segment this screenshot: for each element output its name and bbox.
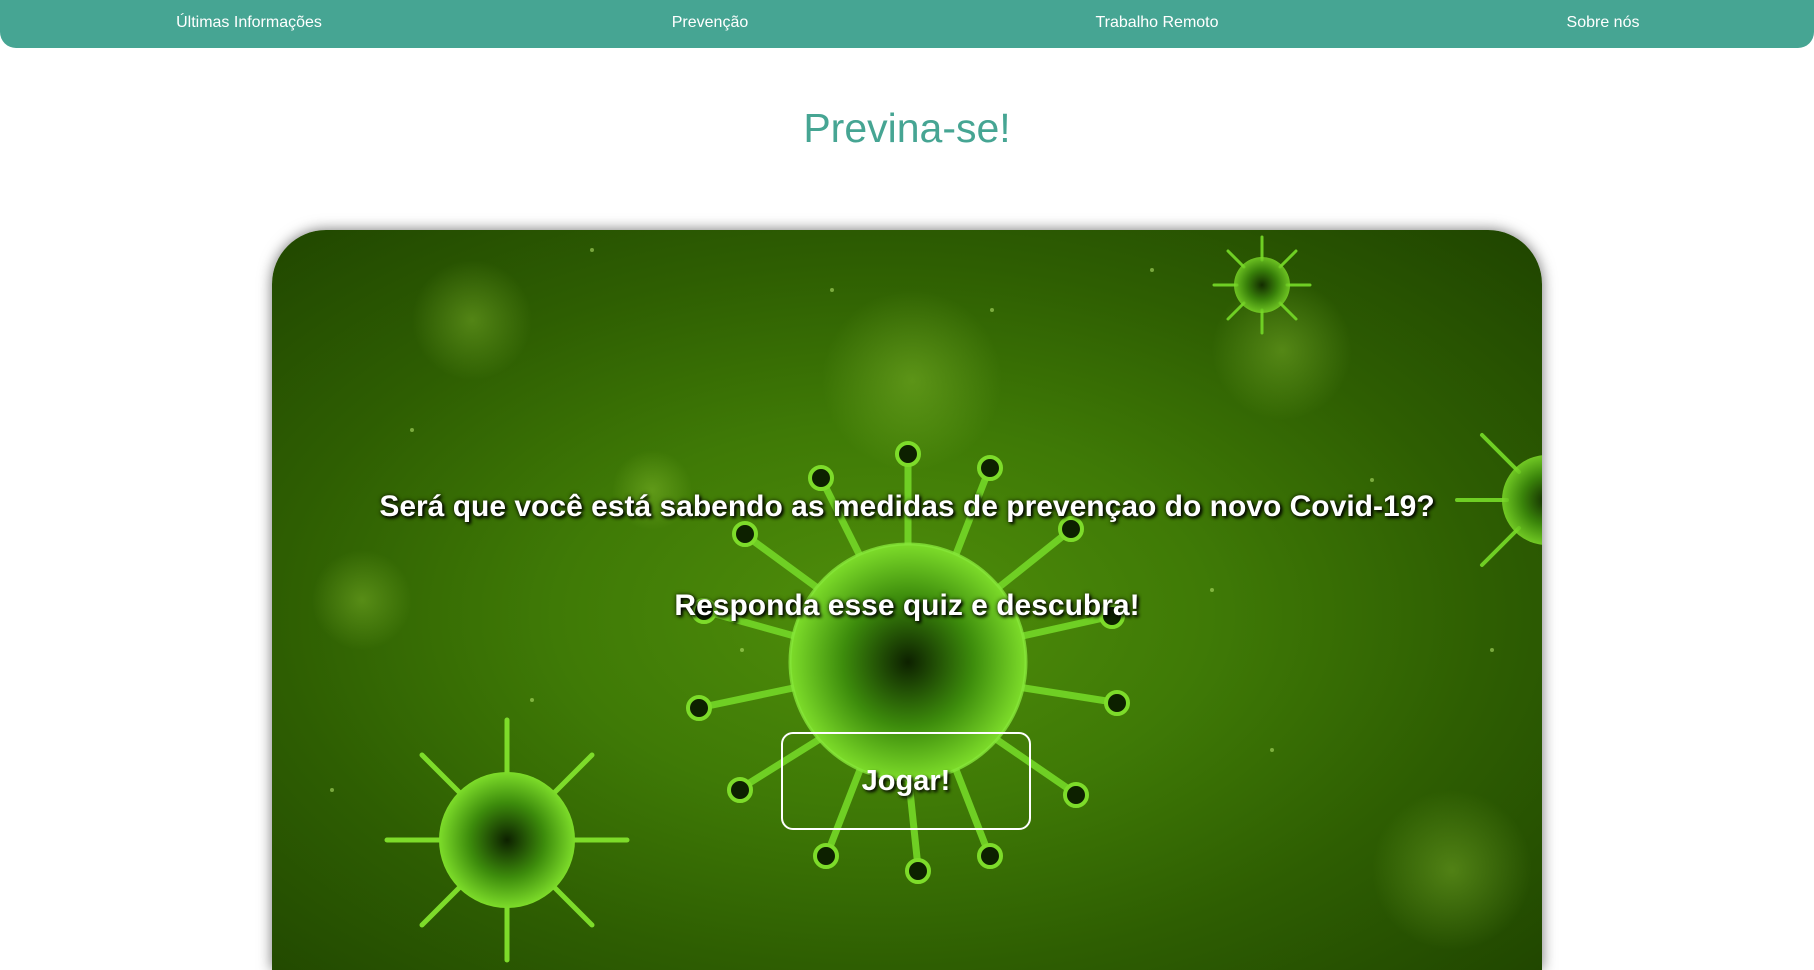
quiz-call-to-action: Responda esse quiz e descubra! [674,589,1140,622]
nav-item-trabalho-remoto[interactable]: Trabalho Remoto [1095,0,1218,46]
quiz-hero-banner: Será que você está sabendo as medidas de… [272,230,1542,970]
nav-item-prevencao[interactable]: Prevenção [672,0,749,46]
page-title: Previna-se! [803,105,1011,151]
play-quiz-button[interactable]: Jogar! [781,732,1031,830]
quiz-question-text: Será que você está sabendo as medidas de… [379,490,1435,523]
nav-item-ultimas-informacoes[interactable]: Últimas Informações [176,0,322,46]
top-navigation-bar: Últimas Informações Prevenção Trabalho R… [0,0,1814,48]
nav-item-sobre-nos[interactable]: Sobre nós [1567,0,1640,46]
